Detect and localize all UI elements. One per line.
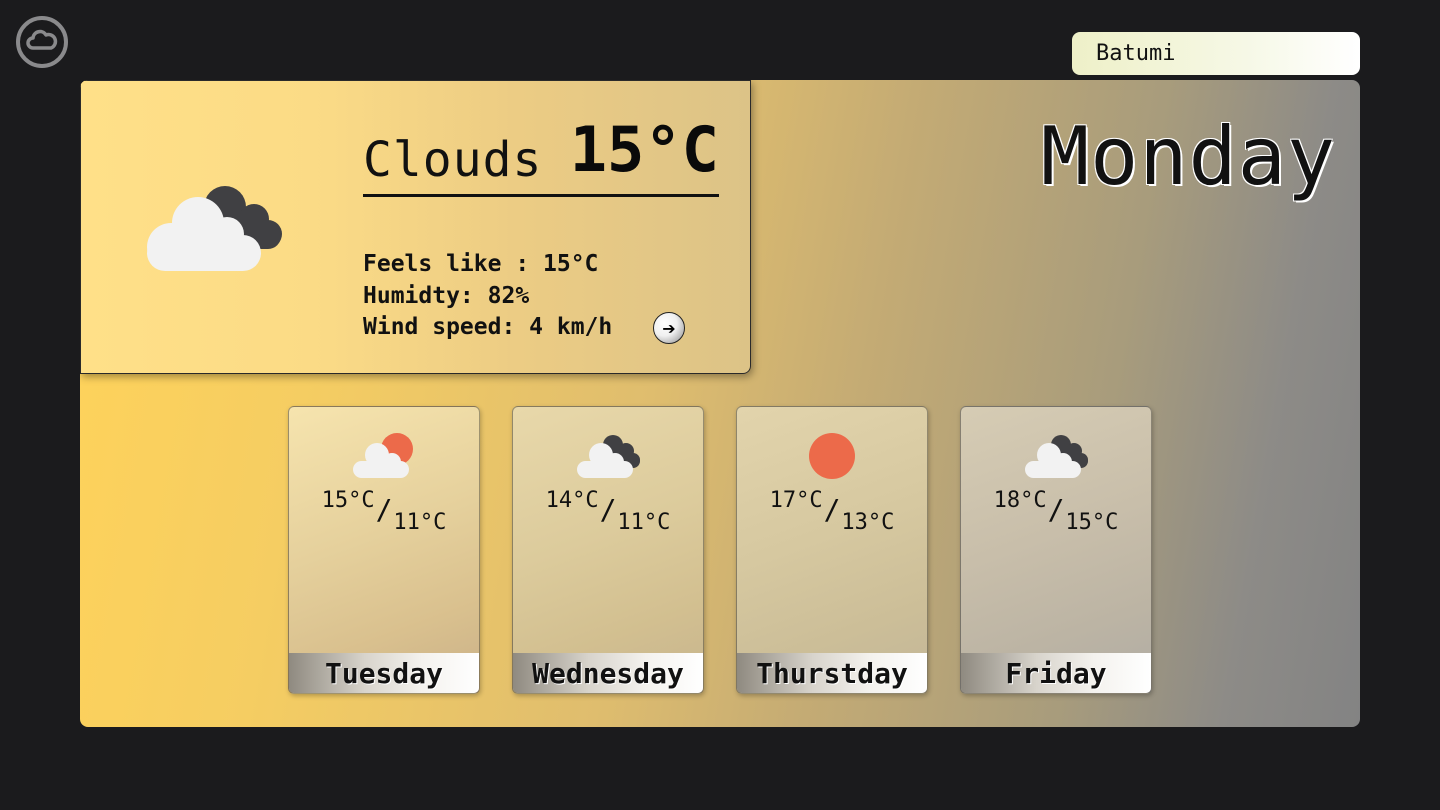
forecast-separator: /	[375, 493, 393, 526]
forecast-low: 13°C	[841, 510, 895, 535]
forecast-separator: /	[823, 493, 841, 526]
forecast-temps: 17°C/13°C	[737, 488, 927, 535]
humidity-text: Humidty: 82%	[363, 282, 530, 309]
forecast-separator: /	[1047, 493, 1065, 526]
forecast-high: 17°C	[769, 488, 823, 513]
clouds-icon	[577, 435, 640, 478]
city-search-input[interactable]	[1072, 32, 1360, 75]
forecast-card-friday[interactable]: 18°C/15°C Friday	[960, 406, 1152, 694]
forecast-low: 11°C	[393, 510, 447, 535]
forecast-card-thursday[interactable]: 17°C/13°C Thurstday	[736, 406, 928, 694]
forecast-low: 15°C	[1065, 510, 1119, 535]
condition-text: Clouds	[363, 132, 543, 188]
sun-icon	[809, 433, 855, 479]
current-temperature: 15°C	[569, 113, 719, 186]
wind-speed-text: Wind speed: 4 km/h	[363, 314, 613, 340]
forecast-day-label: Wednesday	[513, 653, 703, 693]
forecast-day-label: Friday	[961, 653, 1151, 693]
forecast-low: 11°C	[617, 510, 671, 535]
clouds-icon	[147, 186, 282, 271]
current-weather-card: Clouds 15°C Feels like : 15°C Humidty: 8…	[80, 80, 751, 374]
forecast-day-label: Thurstday	[737, 653, 927, 693]
current-day-title: Monday	[1041, 110, 1336, 203]
forecast-temps: 14°C/11°C	[513, 488, 703, 535]
arrow-right-icon: ➔	[662, 318, 676, 338]
forecast-day-label: Tuesday	[289, 653, 479, 693]
feels-like-text: Feels like : 15°C	[363, 251, 599, 277]
cloud-sun-icon	[353, 433, 413, 478]
forecast-temps: 18°C/15°C	[961, 488, 1151, 535]
weather-panel: Clouds 15°C Feels like : 15°C Humidty: 8…	[80, 80, 1360, 727]
condition-row: Clouds 15°C	[363, 113, 719, 197]
forecast-high: 14°C	[545, 488, 599, 513]
forecast-high: 15°C	[321, 488, 375, 513]
weather-details: Feels like : 15°C Humidty: 82% Wind spee…	[363, 249, 612, 344]
forecast-card-wednesday[interactable]: 14°C/11°C Wednesday	[512, 406, 704, 694]
clouds-icon	[1025, 435, 1088, 478]
forecast-high: 18°C	[993, 488, 1047, 513]
forecast-card-tuesday[interactable]: 15°C/11°C Tuesday	[288, 406, 480, 694]
forecast-separator: /	[599, 493, 617, 526]
cloud-circle-icon[interactable]	[15, 15, 69, 69]
wind-direction-button[interactable]: ➔	[653, 312, 685, 344]
forecast-temps: 15°C/11°C	[289, 488, 479, 535]
